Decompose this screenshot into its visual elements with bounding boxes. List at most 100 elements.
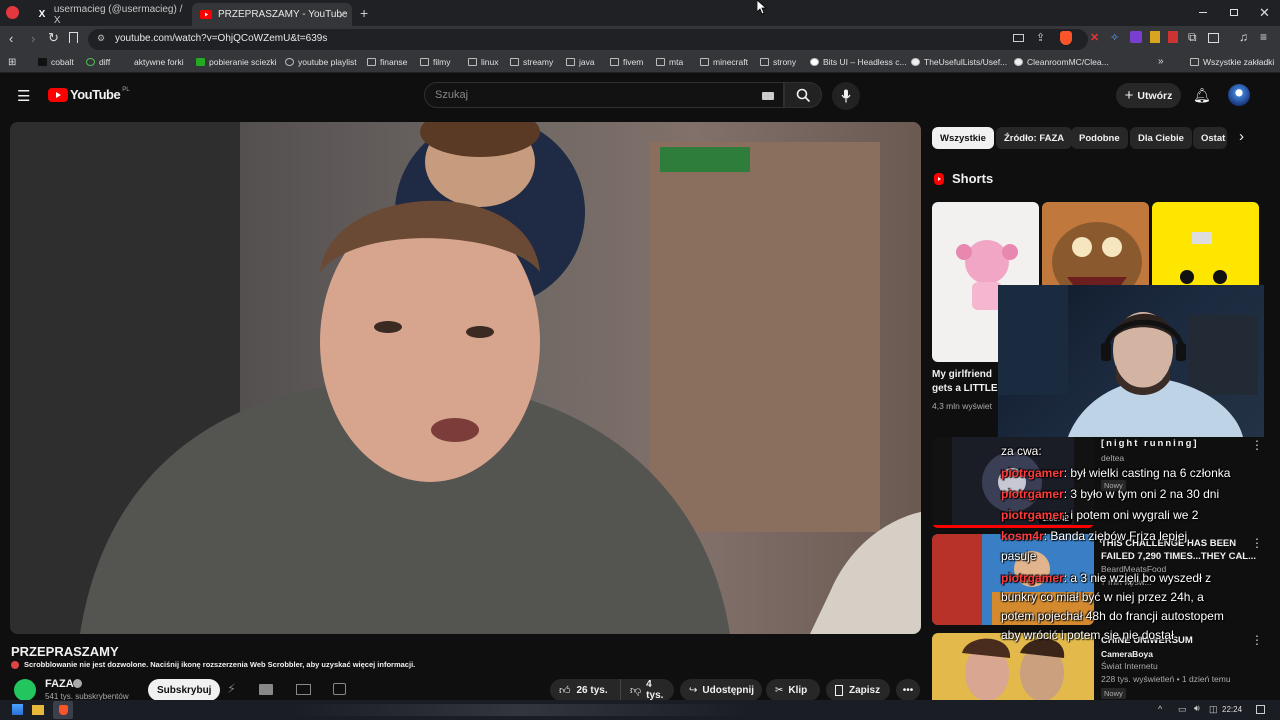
bookmark-item[interactable]: Bits UI – Headless c... [810, 57, 907, 67]
address-bar[interactable]: ⚙ youtube.com/watch?v=OhjQCoWZemU&t=639s [88, 29, 1088, 50]
bookmarks-overflow-button[interactable]: » [1158, 56, 1164, 67]
bookmark-folder[interactable]: fivem [610, 57, 643, 67]
search-placeholder: Szukaj [435, 89, 469, 101]
extensions-puzzle-icon[interactable]: ⧉ [1188, 30, 1197, 45]
bookmark-folder[interactable]: finanse [367, 57, 407, 67]
back-icon[interactable]: ‹ [9, 31, 13, 46]
bookmark-item[interactable]: CleanroomMC/Clea... [1014, 57, 1109, 67]
bookmark-folder[interactable]: minecraft [700, 57, 748, 67]
bookmark-folder[interactable]: java [566, 57, 595, 67]
windows-start-icon[interactable] [12, 704, 23, 715]
keyboard-icon[interactable] [762, 92, 774, 100]
notification-center-icon[interactable] [1256, 705, 1265, 714]
dislike-button[interactable]: 👎︎ 4 tys. [620, 679, 674, 701]
chip-recent[interactable]: Ostat [1193, 127, 1227, 149]
short-title[interactable]: My girlfriend gets a LITTLE [932, 368, 998, 396]
hamburger-menu-icon[interactable]: ☰ [17, 87, 30, 105]
close-window-icon[interactable]: ✕ [1259, 5, 1270, 21]
more-horizontal-icon: ••• [902, 684, 914, 696]
subscribe-button[interactable]: Subskrybuj [148, 679, 221, 701]
more-vertical-icon[interactable]: ⋮ [1251, 438, 1263, 452]
bookmark-item[interactable]: diff [86, 57, 110, 67]
chip-all[interactable]: Wszystkie [932, 127, 994, 149]
tray-language-icon[interactable]: ◫ [1209, 704, 1218, 715]
extension-icon[interactable]: ✕ [1090, 31, 1099, 44]
logo-region: PL [122, 87, 130, 93]
bookmark-item[interactable]: cobalt [38, 57, 74, 67]
extension-icon[interactable] [1013, 34, 1024, 42]
channel-name[interactable]: FAZA [45, 678, 74, 690]
tray-chevron-icon[interactable]: ^ [1158, 704, 1162, 714]
clip-button[interactable]: ✂ Klip [766, 679, 820, 701]
like-button[interactable]: 👍︎ 26 tys. [550, 679, 620, 701]
share-button[interactable]: ↪ Udostępnij [680, 679, 762, 701]
brave-shield-icon[interactable] [1060, 31, 1072, 45]
recommendation-thumbnail[interactable] [932, 633, 1094, 700]
notifications-bell-icon[interactable]: 🔔︎ [1193, 87, 1211, 104]
folder-icon [510, 58, 519, 66]
voice-search-button[interactable] [832, 82, 860, 110]
save-button[interactable]: Zapisz [826, 679, 890, 701]
extension-icon[interactable] [1168, 31, 1178, 43]
folder-icon [1190, 58, 1199, 66]
share-icon[interactable]: ⇪ [1036, 31, 1045, 44]
miniplayer-icon[interactable] [296, 684, 311, 695]
taskbar-search-field[interactable] [290, 704, 750, 716]
youtube-logo[interactable]: YouTube PL [48, 87, 130, 102]
forward-icon[interactable]: › [31, 31, 35, 46]
tab-x[interactable]: X usermacieg (@usermacieg) / X [28, 3, 190, 26]
bookmark-item[interactable]: TheUsefulLists/Usef... [911, 57, 1007, 67]
short-views: 4,3 mln wyświet [932, 401, 992, 411]
file-explorer-icon[interactable] [32, 705, 44, 715]
search-button[interactable] [784, 82, 822, 108]
new-tab-button[interactable]: + [360, 5, 368, 21]
create-button[interactable]: + Utwórz [1116, 83, 1181, 108]
bookmark-folder[interactable]: mta [656, 57, 683, 67]
more-vertical-icon[interactable]: ⋮ [1251, 536, 1263, 550]
reload-icon[interactable]: ↻ [48, 30, 59, 46]
chip-source[interactable]: Źródło: FAZA [996, 127, 1073, 149]
browser-menu-icon[interactable] [6, 6, 19, 19]
sidebar-toggle-icon[interactable] [1208, 33, 1219, 43]
bookmark-folder[interactable]: strony [760, 57, 796, 67]
chip-for-you[interactable]: Dla Ciebie [1130, 127, 1192, 149]
chat-message: pasuje [1001, 549, 1037, 563]
bookmark-folder[interactable]: streamy [510, 57, 553, 67]
chip-similar[interactable]: Podobne [1071, 127, 1128, 149]
media-control-icon[interactable]: ♫ [1239, 30, 1248, 44]
chevron-right-icon[interactable]: › [1239, 128, 1244, 145]
all-bookmarks-folder[interactable]: Wszystkie zakładki [1190, 57, 1274, 67]
bookmark-page-icon[interactable] [69, 32, 78, 43]
site-settings-icon[interactable]: ⚙ [97, 33, 105, 44]
more-actions-button[interactable]: ••• [896, 679, 920, 701]
search-input[interactable]: Szukaj [424, 82, 784, 108]
channel-avatar[interactable] [14, 679, 36, 701]
bookmark-folder[interactable]: linux [468, 57, 498, 67]
close-tab-icon[interactable]: × [339, 8, 346, 22]
extension-icon[interactable]: ✧ [1110, 31, 1119, 44]
bookmark-item[interactable]: pobieranie sciezki [196, 57, 277, 67]
chat-message: piotrgamer: 3 było w tym oni 2 na 30 dni [1001, 487, 1220, 501]
lightning-icon[interactable]: ⚡︎ [227, 681, 236, 697]
extension-icon[interactable] [1150, 31, 1160, 43]
bookmark-item[interactable]: aktywne forki [124, 57, 184, 67]
brave-icon [59, 705, 68, 715]
network-icon[interactable]: ▭ [1178, 704, 1187, 715]
apps-grid-icon[interactable]: ⊞ [8, 57, 16, 68]
video-player[interactable] [10, 122, 921, 634]
loop-icon[interactable] [333, 683, 346, 695]
tab-youtube[interactable]: PRZEPRASZAMY - YouTube × [192, 3, 352, 26]
cobalt-icon [38, 58, 47, 66]
bookmark-folder[interactable]: filmy [420, 57, 450, 67]
recommendation-title[interactable]: [night running] [1101, 438, 1199, 449]
minimize-icon[interactable] [1199, 12, 1207, 13]
system-clock[interactable]: 22:24 [1222, 705, 1242, 714]
extension-icon[interactable] [1130, 31, 1142, 43]
bookmark-item[interactable]: youtube playlist [285, 57, 357, 67]
image-icon[interactable] [259, 684, 273, 695]
restore-icon[interactable] [1230, 9, 1238, 16]
volume-icon[interactable]: 🔊︎ [1194, 703, 1200, 714]
avatar[interactable] [1228, 84, 1250, 106]
menu-icon[interactable]: ≡ [1260, 30, 1267, 44]
more-vertical-icon[interactable]: ⋮ [1251, 633, 1263, 647]
